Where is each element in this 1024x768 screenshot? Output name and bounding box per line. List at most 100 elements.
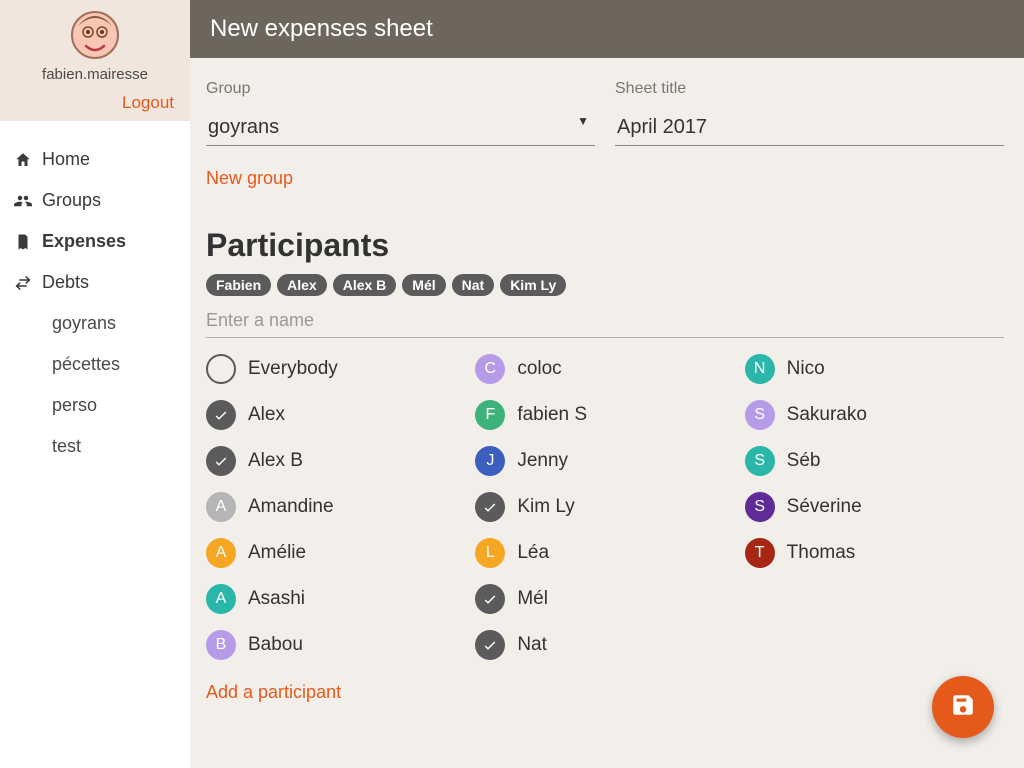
avatar-letter: L: [475, 538, 505, 568]
avatar-letter: A: [206, 538, 236, 568]
content: Group ▼ Sheet title New group Participan…: [190, 58, 1024, 743]
avatar-letter: C: [475, 354, 505, 384]
avatar-letter: B: [206, 630, 236, 660]
participant-option[interactable]: Nat: [475, 630, 734, 660]
page-title: New expenses sheet: [190, 0, 1024, 58]
check-icon: [206, 400, 236, 430]
unchecked-icon: [206, 354, 236, 384]
participant-name: Asashi: [248, 588, 305, 610]
group-select[interactable]: ▼: [206, 112, 595, 146]
participant-name: Séb: [787, 450, 821, 472]
participant-option[interactable]: N Nico: [745, 354, 1004, 384]
participant-name: Alex B: [248, 450, 303, 472]
sidebar: fabien.mairesse Logout Home Groups Expen…: [0, 0, 190, 768]
participant-chip[interactable]: Kim Ly: [500, 274, 566, 296]
participant-option[interactable]: Ffabien S: [475, 400, 734, 430]
nav-label: Expenses: [42, 231, 126, 252]
avatar-letter: S: [745, 446, 775, 476]
group-field: Group ▼: [206, 80, 595, 146]
group-label: Group: [206, 80, 595, 98]
participant-chip[interactable]: Mél: [402, 274, 445, 296]
main-area: New expenses sheet Group ▼ Sheet title N…: [190, 0, 1024, 768]
logout-link[interactable]: Logout: [10, 93, 180, 113]
nav-home[interactable]: Home: [0, 139, 190, 180]
nav-groups[interactable]: Groups: [0, 180, 190, 221]
participant-option[interactable]: A Amandine: [206, 492, 465, 522]
participant-option[interactable]: A Amélie: [206, 538, 465, 568]
sheet-title-input[interactable]: [615, 112, 1004, 146]
participant-name: Nico: [787, 358, 825, 380]
save-fab[interactable]: [932, 676, 994, 738]
avatar-letter: J: [475, 446, 505, 476]
participant-option[interactable]: Alex B: [206, 446, 465, 476]
form-row: Group ▼ Sheet title: [206, 80, 1004, 146]
participant-option[interactable]: Alex: [206, 400, 465, 430]
participant-name: Séverine: [787, 496, 862, 518]
participant-option[interactable]: Everybody: [206, 354, 465, 384]
subnav-item[interactable]: pécettes: [38, 344, 190, 385]
debts-subnav: goyrans pécettes perso test: [0, 303, 190, 467]
participant-name: Everybody: [248, 358, 338, 380]
participant-name: Amandine: [248, 496, 334, 518]
participant-option[interactable]: Kim Ly: [475, 492, 734, 522]
participant-option[interactable]: SSakurako: [745, 400, 1004, 430]
main-nav: Home Groups Expenses Debts goyrans pécet…: [0, 121, 190, 467]
avatar-letter: T: [745, 538, 775, 568]
participant-option[interactable]: AAsashi: [206, 584, 465, 614]
check-icon: [475, 584, 505, 614]
swap-icon: [14, 274, 32, 292]
participant-option[interactable]: Ccoloc: [475, 354, 734, 384]
participant-option[interactable]: S Séverine: [745, 492, 1004, 522]
check-icon: [475, 630, 505, 660]
nav-expenses[interactable]: Expenses: [0, 221, 190, 262]
participant-option[interactable]: L Léa: [475, 538, 734, 568]
participant-name: Mél: [517, 588, 548, 610]
people-grid: EverybodyCcolocNNicoAlexFfabien SSSakura…: [206, 354, 1004, 660]
profile-block: fabien.mairesse Logout: [0, 0, 190, 121]
participant-chip[interactable]: Alex B: [333, 274, 397, 296]
participant-chip[interactable]: Alex: [277, 274, 327, 296]
avatar-letter: A: [206, 492, 236, 522]
participant-chip[interactable]: Nat: [452, 274, 495, 296]
participant-name: Sakurako: [787, 404, 867, 426]
participant-option[interactable]: B Babou: [206, 630, 465, 660]
sheet-title-label: Sheet title: [615, 80, 1004, 98]
participant-option[interactable]: T Thomas: [745, 538, 1004, 568]
nav-debts[interactable]: Debts: [0, 262, 190, 303]
participant-option[interactable]: Mél: [475, 584, 734, 614]
participant-name: Jenny: [517, 450, 568, 472]
nav-label: Groups: [42, 190, 101, 211]
people-icon: [14, 192, 32, 210]
participants-heading: Participants: [206, 227, 1004, 264]
subnav-item[interactable]: test: [38, 426, 190, 467]
participant-search-input[interactable]: [206, 306, 1004, 338]
participant-option[interactable]: J Jenny: [475, 446, 734, 476]
avatar-letter: N: [745, 354, 775, 384]
nav-label: Debts: [42, 272, 89, 293]
participant-name: Alex: [248, 404, 285, 426]
participant-chip[interactable]: Fabien: [206, 274, 271, 296]
receipt-icon: [14, 233, 32, 251]
participant-name: coloc: [517, 358, 561, 380]
participant-name: Kim Ly: [517, 496, 574, 518]
group-select-input[interactable]: [206, 112, 595, 146]
selected-chips: Fabien Alex Alex BMél NatKim Ly: [206, 274, 1004, 296]
save-icon: [950, 692, 976, 723]
check-icon: [475, 492, 505, 522]
participant-option[interactable]: S Séb: [745, 446, 1004, 476]
participant-name: Nat: [517, 634, 547, 656]
participant-name: Babou: [248, 634, 303, 656]
avatar: [68, 8, 122, 62]
participant-name: Léa: [517, 542, 549, 564]
avatar-letter: S: [745, 492, 775, 522]
subnav-item[interactable]: goyrans: [38, 303, 190, 344]
new-group-link[interactable]: New group: [206, 168, 293, 189]
sheet-title-field: Sheet title: [615, 80, 1004, 146]
participant-name: Thomas: [787, 542, 856, 564]
nav-label: Home: [42, 149, 90, 170]
subnav-item[interactable]: perso: [38, 385, 190, 426]
participant-name: Amélie: [248, 542, 306, 564]
participant-name: fabien S: [517, 404, 587, 426]
add-participant-link[interactable]: Add a participant: [206, 682, 341, 703]
home-icon: [14, 151, 32, 169]
